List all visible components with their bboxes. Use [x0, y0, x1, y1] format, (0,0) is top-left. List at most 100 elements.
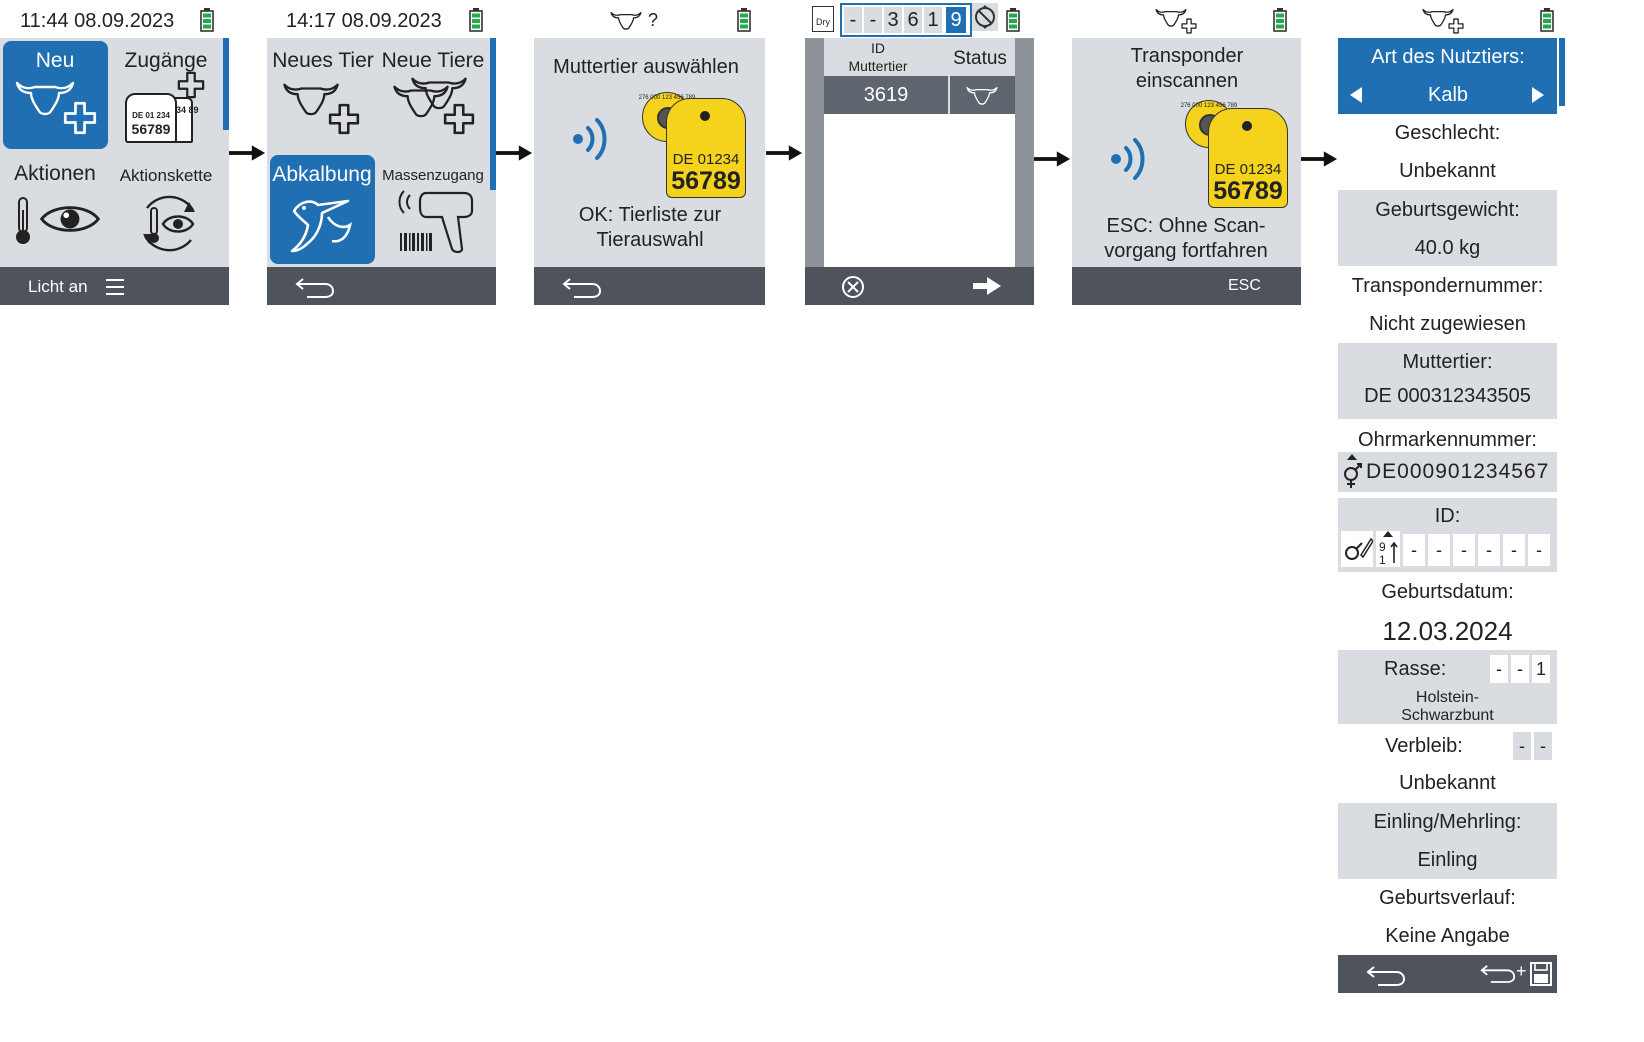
- digit[interactable]: 6: [904, 7, 922, 33]
- battery-icon: [469, 8, 483, 32]
- digit[interactable]: -: [844, 7, 862, 33]
- footer-bar: +: [1338, 955, 1557, 993]
- thermometer-icon: [13, 196, 33, 246]
- content-panel: Muttertier auswählen 276 000 123 456 789…: [534, 38, 765, 267]
- id-digit[interactable]: -: [1478, 534, 1500, 566]
- footer-bar: [267, 267, 496, 305]
- field-value-line1: Holstein-: [1415, 689, 1480, 706]
- barcode-scanner-icon: [398, 190, 474, 254]
- battery-icon: [1540, 8, 1554, 32]
- gender-edit-icon[interactable]: [1341, 531, 1373, 567]
- animal-type-selector[interactable]: Art des Nutztiers: Kalb: [1338, 38, 1557, 114]
- rasse-digit[interactable]: -: [1511, 655, 1529, 683]
- tile-aktionskette[interactable]: Aktionskette: [111, 152, 221, 262]
- tile-neues-tier[interactable]: Neues Tier: [270, 41, 376, 149]
- back-save-icon[interactable]: [1480, 961, 1516, 985]
- field-value: DE000901234567: [1366, 460, 1550, 483]
- field-value[interactable]: Unbekannt: [1338, 160, 1557, 183]
- flow-arrow: [229, 143, 267, 163]
- field-value[interactable]: Keine Angabe: [1338, 925, 1557, 948]
- rasse-digit[interactable]: 1: [1532, 655, 1550, 683]
- field-label: Geburtsverlauf:: [1379, 887, 1516, 909]
- back-icon[interactable]: [295, 275, 335, 299]
- back-icon[interactable]: [1366, 963, 1406, 987]
- tile-label: Neues Tier: [272, 49, 374, 72]
- field-value[interactable]: Unbekannt: [1338, 772, 1557, 795]
- digit[interactable]: -: [864, 7, 882, 33]
- cancel-icon[interactable]: [841, 275, 865, 299]
- verbleib-digit[interactable]: -: [1534, 732, 1552, 760]
- battery-icon: [737, 8, 751, 32]
- scrollbar[interactable]: [490, 38, 496, 190]
- svg-text:1: 1: [1379, 553, 1386, 567]
- eye-icon: [39, 202, 101, 236]
- menu-icon[interactable]: [106, 279, 124, 295]
- field-value[interactable]: 12.03.2024: [1338, 616, 1557, 647]
- digit-active[interactable]: 9: [946, 7, 966, 33]
- field-label: Transpondernummer:: [1351, 275, 1544, 297]
- tile-abkalbung[interactable]: Abkalbung: [270, 155, 375, 264]
- verbleib-digit[interactable]: -: [1513, 732, 1531, 760]
- field-label: Einling/Mehrling:: [1373, 811, 1522, 833]
- plus-icon: [63, 101, 97, 135]
- scrollbar[interactable]: [1559, 38, 1565, 106]
- col-id-line1: ID: [871, 40, 885, 56]
- save-icon[interactable]: [1530, 962, 1552, 986]
- tile-neue-tiere[interactable]: Neue Tiere: [379, 41, 487, 149]
- ear-tag-line1: DE 01234: [672, 151, 740, 168]
- rasse-digit[interactable]: -: [1490, 655, 1508, 683]
- digit[interactable]: 1: [924, 7, 942, 33]
- arrow-left-icon[interactable]: [1348, 86, 1364, 104]
- col-status: Status: [953, 48, 1007, 69]
- id-digit[interactable]: -: [1503, 534, 1525, 566]
- plus-icon: [1181, 18, 1197, 34]
- field-label: Verbleib:: [1385, 735, 1463, 757]
- arrow-right-icon[interactable]: [1530, 86, 1546, 104]
- table-row[interactable]: 3619: [824, 76, 1015, 114]
- id-digit[interactable]: -: [1403, 534, 1425, 566]
- header-suffix: ?: [648, 10, 659, 30]
- field-label: Geburtsgewicht:: [1375, 199, 1520, 221]
- cow-head-icon: [966, 84, 998, 106]
- cow-head-icon: [610, 8, 642, 32]
- tile-massenzugang[interactable]: Massenzugang: [378, 155, 488, 264]
- back-icon[interactable]: [562, 275, 602, 299]
- ear-tag-number: 56789: [1213, 177, 1283, 205]
- tile-aktionen[interactable]: Aktionen: [3, 152, 108, 262]
- id-search-input[interactable]: - - 3 6 1 9: [840, 3, 972, 37]
- field-label: Geschlecht:: [1394, 122, 1501, 144]
- tile-neu[interactable]: Neu: [3, 41, 108, 149]
- id-digit[interactable]: -: [1453, 534, 1475, 566]
- tile-label: Neue Tiere: [381, 49, 485, 72]
- thermometer-eye-cycle-icon: [143, 195, 195, 252]
- plus-icon: [328, 103, 360, 135]
- tile-label: Aktionskette: [119, 166, 213, 185]
- field-value[interactable]: DE 000312343505: [1338, 385, 1557, 408]
- esc-button[interactable]: ESC: [1228, 277, 1261, 295]
- id-digit[interactable]: -: [1428, 534, 1450, 566]
- tile-label: Neu: [35, 49, 75, 72]
- scrollbar[interactable]: [223, 38, 229, 130]
- plus-icon: [1448, 18, 1464, 34]
- id-digit[interactable]: -: [1528, 534, 1550, 566]
- flow-arrow: [1034, 149, 1072, 169]
- dry-icon: Dry: [812, 6, 834, 32]
- ear-tag-number-input[interactable]: DE000901234567: [1338, 452, 1557, 492]
- title-line1: Transponder: [1130, 45, 1244, 67]
- flow-arrow: [1301, 149, 1339, 169]
- light-on-button[interactable]: Licht an: [28, 277, 88, 297]
- ear-tags-plus-icon: DE 01 234 56789: [125, 93, 177, 143]
- footer-bar: [534, 267, 765, 305]
- field-value[interactable]: Nicht zugewiesen: [1338, 313, 1557, 336]
- hint-line2: vorgang fortfahren: [1104, 240, 1268, 262]
- field-label: Muttertier:: [1402, 351, 1493, 373]
- field-label: Ohrmarkennummer:: [1358, 429, 1537, 451]
- field-value[interactable]: Einling: [1338, 849, 1557, 872]
- field-value[interactable]: 40.0 kg: [1338, 237, 1557, 260]
- flow-arrow: [766, 143, 804, 163]
- content-panel: Transponder einscannen 276 000 123 456 7…: [1072, 38, 1301, 267]
- tile-zugaenge[interactable]: Zugänge 234 89 DE 01 234 56789: [111, 41, 221, 149]
- digit[interactable]: 3: [884, 7, 902, 33]
- sort-numeric-icon[interactable]: 9 1: [1376, 531, 1400, 567]
- arrow-right-icon[interactable]: [973, 277, 1001, 295]
